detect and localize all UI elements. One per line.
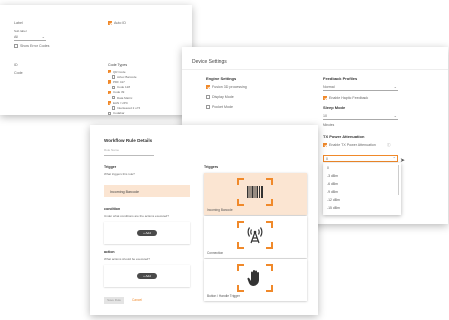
auto-id-checkbox[interactable] xyxy=(108,21,112,25)
tx-option[interactable]: -3 dBm xyxy=(327,174,338,178)
tx-option[interactable]: -15 dBm xyxy=(327,206,340,210)
workflow-rule-window: Workflow Rule Details Rule Name Trigger … xyxy=(90,125,318,315)
sleep-select[interactable]: 10 ⌄ xyxy=(323,113,398,120)
chevron-down-icon: ⌄ xyxy=(41,34,45,39)
tx-option[interactable]: -6 dBm xyxy=(327,182,338,186)
code-type-label: EAN / UPC xyxy=(113,100,129,105)
code-type-checkbox[interactable] xyxy=(108,90,112,95)
code-type-label: Data Matrix xyxy=(117,95,133,100)
dropdown-scrollbar[interactable] xyxy=(397,165,399,195)
fusion-checkbox[interactable] xyxy=(206,85,210,89)
fusion-label: Fusion 3D processing xyxy=(212,85,247,89)
sleep-mode-heading: Sleep Mode xyxy=(323,105,346,110)
device-settings-title: Device Settings xyxy=(192,59,227,65)
tx-option[interactable]: -12 dBm xyxy=(327,198,340,202)
barcode-icon xyxy=(237,178,273,206)
triggers-panel-heading: Triggers xyxy=(204,165,219,169)
feedback-select[interactable]: Normal ⌄ xyxy=(323,84,398,91)
code-type-checkbox[interactable] xyxy=(112,96,116,100)
chevron-up-icon: ⌃ xyxy=(392,156,396,161)
haptic-label: Enable Haptic Feedback xyxy=(329,96,369,100)
condition-heading: condition xyxy=(104,207,121,211)
antenna-icon xyxy=(237,221,273,249)
hand-icon xyxy=(237,264,273,292)
rule-name-input[interactable]: Rule Name xyxy=(104,148,119,152)
engine-settings-heading: Engine Settings xyxy=(206,76,237,81)
code-type-label: Interleaved 2 of 5 xyxy=(117,106,141,110)
value-b: Code xyxy=(14,71,23,75)
code-type-label: Aztec Barcode xyxy=(117,74,137,79)
select-a[interactable]: All ⌄ xyxy=(14,34,46,41)
code-type-checkbox[interactable] xyxy=(108,101,112,105)
condition-dropzone: + Add xyxy=(104,222,190,244)
trigger-incoming-barcode[interactable]: Incoming Barcode xyxy=(204,173,307,215)
cancel-button[interactable]: Cancel xyxy=(132,297,142,304)
trigger-button-handle[interactable]: Button / Handle Trigger xyxy=(204,259,307,301)
tx-power-options-list[interactable]: 0 -3 dBm -6 dBm -9 dBm -12 dBm -15 dBm xyxy=(323,163,401,215)
code-type-checkbox[interactable] xyxy=(112,85,116,89)
rule-name-underline xyxy=(104,155,154,156)
feedback-profiles-heading: Feedback Profiles xyxy=(323,76,358,81)
tx-power-checkbox[interactable] xyxy=(323,143,327,147)
condition-question: Under what conditions are the actions ex… xyxy=(104,214,169,218)
tx-power-select[interactable]: 0 ⌃ xyxy=(323,155,398,162)
trigger-connection[interactable]: Connection xyxy=(204,216,307,258)
action-heading: action xyxy=(104,250,115,254)
auto-id-label: Auto ID xyxy=(114,21,126,25)
action-question: What actions should be executed? xyxy=(104,257,150,261)
label-b: ID xyxy=(14,63,18,67)
code-type-checkbox[interactable] xyxy=(108,111,112,115)
code-types-heading: Code Types xyxy=(108,63,128,67)
sleep-unit: Minutes xyxy=(323,123,335,127)
pocket-mode-checkbox[interactable] xyxy=(206,105,210,109)
chevron-down-icon: ⌄ xyxy=(393,84,397,89)
add-condition-button[interactable]: + Add xyxy=(137,230,157,236)
pocket-mode-label: Pocket Mode xyxy=(212,105,233,109)
code-type-checkbox[interactable] xyxy=(108,80,112,84)
check-a-label: Show Error Codes xyxy=(20,44,50,48)
code-type-label: Codabar xyxy=(113,111,125,115)
label-a: Label xyxy=(14,21,23,25)
code-type-checkbox[interactable] xyxy=(112,106,116,110)
tx-power-heading: TX Power Attenuation xyxy=(323,134,365,139)
display-mode-label: Display Mode xyxy=(212,95,234,99)
trigger-selected-field[interactable]: Incoming Barcode xyxy=(104,185,190,197)
tx-option[interactable]: 0 xyxy=(327,166,329,170)
code-type-checkbox[interactable] xyxy=(108,70,112,74)
chevron-down-icon: ⌄ xyxy=(393,113,397,118)
add-action-button[interactable]: + Add xyxy=(137,273,157,279)
code-type-label: Code 128 xyxy=(117,85,131,90)
info-icon[interactable]: ⓘ xyxy=(387,143,391,147)
tx-option[interactable]: -9 dBm xyxy=(327,190,338,194)
tx-power-label: Enable TX Power Attenuation xyxy=(329,143,376,147)
check-a-box[interactable] xyxy=(14,44,18,48)
action-dropzone: + Add xyxy=(104,265,190,287)
workflow-title: Workflow Rule Details xyxy=(104,138,153,143)
sublabel-a: Sub label xyxy=(14,29,27,33)
display-mode-checkbox[interactable] xyxy=(206,95,210,99)
title-divider xyxy=(182,69,448,70)
trigger-question: What triggers this rule? xyxy=(104,172,135,176)
code-type-label: QR Code xyxy=(113,69,126,74)
code-type-checkbox[interactable] xyxy=(112,75,116,79)
code-type-label: PDF 417 xyxy=(113,80,125,84)
trigger-heading: Trigger xyxy=(104,165,117,169)
haptic-checkbox[interactable] xyxy=(323,96,327,100)
code-type-label: Code 39 xyxy=(113,90,125,95)
save-rule-button[interactable]: Save Rule xyxy=(104,297,124,304)
back-settings-window: Label Sub label All ⌄ Show Error Codes I… xyxy=(0,5,192,115)
